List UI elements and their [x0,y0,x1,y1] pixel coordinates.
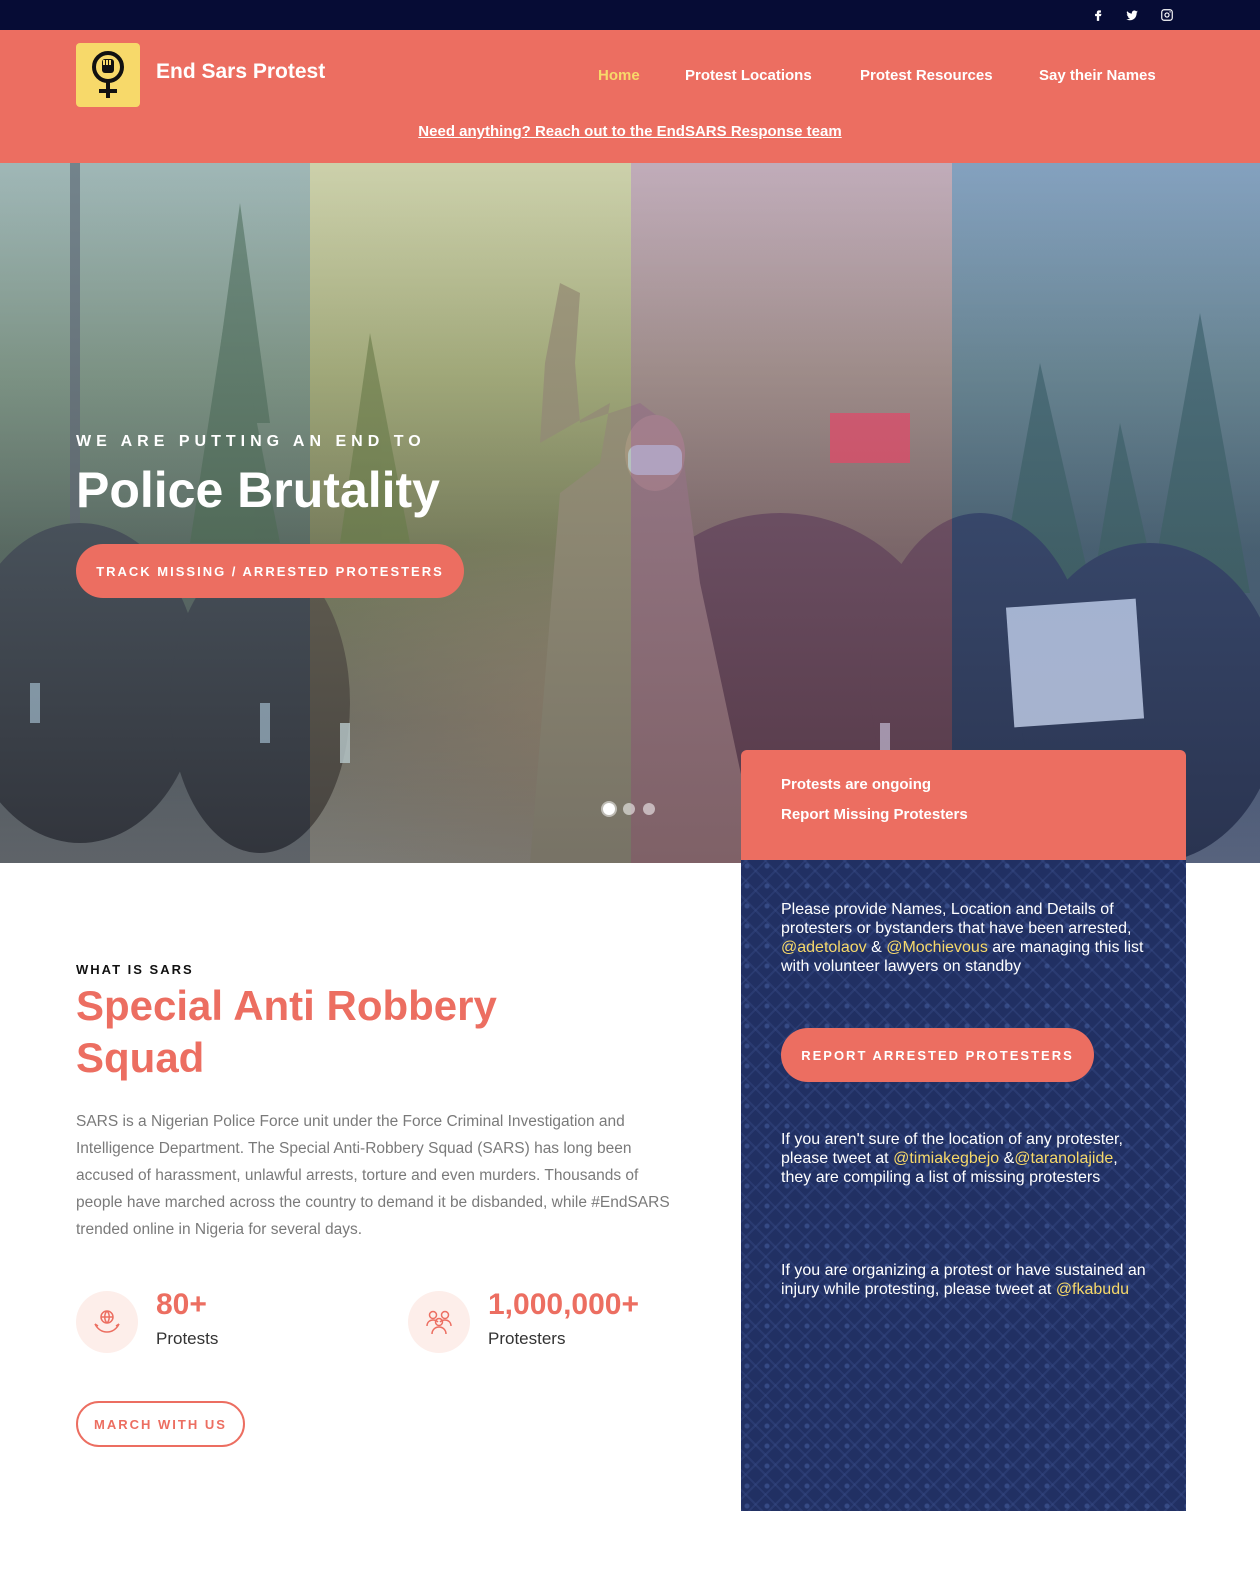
slider-dot[interactable] [603,803,615,815]
stat-protesters-label: Protesters [488,1329,566,1348]
report-missing-link[interactable]: Report Missing Protesters [781,806,968,823]
handle-link[interactable]: @Mochievous [886,939,988,956]
hands-globe-icon [76,1291,138,1353]
stat-protests-value: 80+ [156,1288,207,1321]
nav-say-their-names[interactable]: Say their Names [1039,67,1156,84]
nav-protest-locations[interactable]: Protest Locations [685,67,812,84]
track-missing-button[interactable]: TRACK MISSING / ARRESTED PROTESTERS [76,544,464,598]
info-card-header: Protests are ongoing Report Missing Prot… [741,750,1186,860]
fist-in-venus-symbol-icon [92,51,124,98]
twitter-icon[interactable] [1123,6,1141,24]
top-social-bar [0,0,1260,30]
response-team-link[interactable]: Need anything? Reach out to the EndSARS … [418,123,841,140]
info-card-body: Please provide Names, Location and Detai… [741,860,1186,1511]
handle-link[interactable]: @fkabudu [1056,1281,1129,1298]
section-kicker: WHAT IS SARS [76,962,194,977]
nav-home[interactable]: Home [598,67,640,84]
nav-protest-resources[interactable]: Protest Resources [860,67,993,84]
organizer-info-text: If you are organizing a protest or have … [781,1262,1146,1298]
arrested-info-text: Please provide Names, Location and Detai… [781,901,1144,975]
logo[interactable] [76,43,140,107]
section-paragraph: SARS is a Nigerian Police Force unit und… [76,1113,670,1238]
missing-info-text: If you aren't sure of the location of an… [781,1131,1123,1186]
notice-bar: Need anything? Reach out to the EndSARS … [0,123,1260,141]
instagram-icon[interactable] [1158,6,1176,24]
people-group-icon [408,1291,470,1353]
slider-dot[interactable] [643,803,655,815]
stat-protests-label: Protests [156,1329,219,1348]
march-with-us-button[interactable]: MARCH WITH US [76,1401,245,1447]
handle-link[interactable]: @taranolajide [1014,1150,1113,1167]
slider-dots [603,803,655,815]
hero-kicker: WE ARE PUTTING AN END TO [76,433,426,450]
handle-link[interactable]: @timiakegbejo [893,1150,999,1167]
handle-link[interactable]: @adetolaov [781,939,867,956]
report-arrested-button[interactable]: REPORT ARRESTED PROTESTERS [781,1028,1094,1082]
hero-title: Police Brutality [76,462,440,518]
brand-name[interactable]: End Sars Protest [156,60,325,84]
protests-ongoing-link[interactable]: Protests are ongoing [781,776,931,793]
facebook-icon[interactable] [1089,6,1107,24]
site-header: End Sars Protest Home Protest Locations … [0,30,1260,163]
section-title: Special Anti Robbery Squad [76,982,497,1081]
slider-dot[interactable] [623,803,635,815]
stat-protesters-value: 1,000,000+ [488,1288,639,1321]
